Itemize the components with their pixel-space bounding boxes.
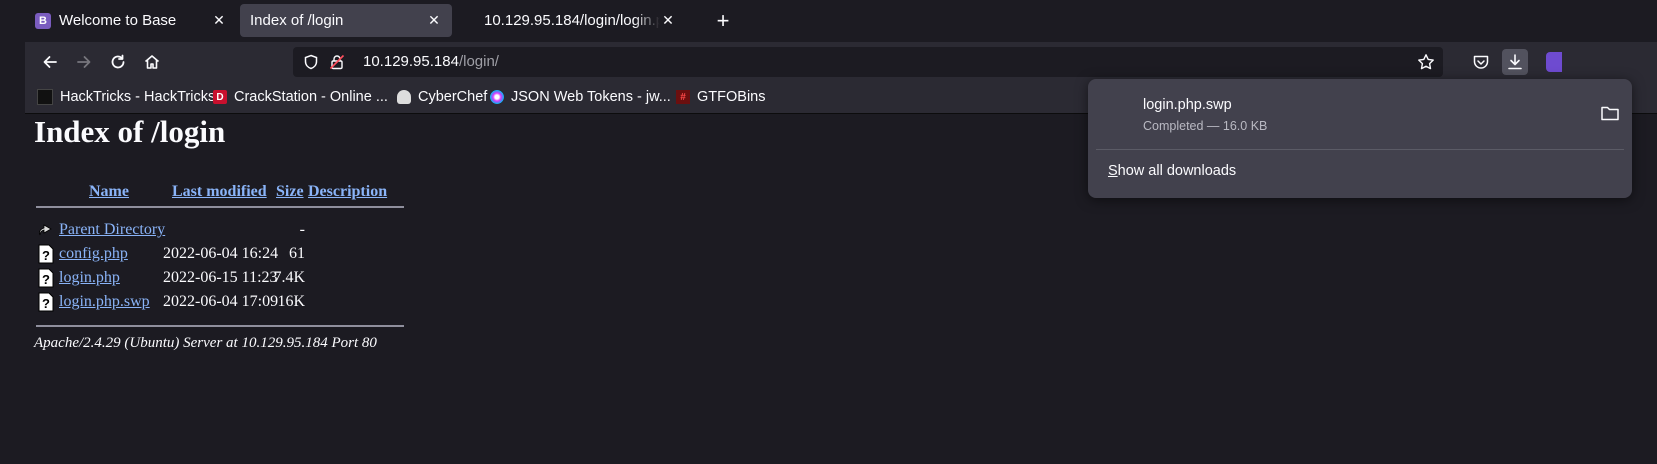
- back-folder-icon: [39, 224, 52, 236]
- bookmark-label: CrackStation - Online ...: [234, 89, 388, 105]
- table-row: ? login.php 2022-06-15 11:23 7.4K: [36, 267, 305, 289]
- page-title: Index of /login: [34, 114, 226, 149]
- file-size: -: [299, 221, 305, 238]
- download-item[interactable]: login.php.swp Completed — 16.0 KB: [1088, 79, 1632, 145]
- tab-login-php[interactable]: 10.129.95.184/login/login.php ✕: [474, 4, 686, 37]
- arrow-left-icon: [43, 56, 57, 68]
- arrow-right-icon: [77, 56, 91, 68]
- gtfobins-icon: #: [676, 90, 690, 104]
- new-tab-button[interactable]: +: [710, 8, 736, 34]
- file-date: 2022-06-04 17:09: [163, 293, 279, 310]
- unknown-file-icon: ?: [38, 268, 54, 288]
- divider: [1096, 149, 1624, 150]
- home-icon: [144, 55, 160, 69]
- file-link-login-php[interactable]: login.php: [59, 269, 120, 287]
- close-icon[interactable]: ✕: [426, 12, 442, 29]
- divider: [36, 325, 404, 327]
- file-link-login-php-swp[interactable]: login.php.swp: [59, 293, 150, 311]
- crackstation-icon: D: [213, 90, 227, 104]
- url-bar[interactable]: 10.129.95.184/login/: [293, 47, 1443, 77]
- column-header-description[interactable]: Description: [308, 183, 387, 201]
- table-row: Parent Directory -: [36, 219, 305, 241]
- table-row: ? login.php.swp 2022-06-04 17:09 16K: [36, 291, 305, 313]
- file-link-parent-directory[interactable]: Parent Directory: [59, 221, 165, 239]
- url-text[interactable]: 10.129.95.184/login/: [363, 53, 499, 70]
- bookmark-label: CyberChef: [418, 89, 488, 105]
- download-filename: login.php.swp: [1143, 97, 1232, 113]
- back-button[interactable]: [37, 49, 63, 75]
- bookmark-hacktricks[interactable]: HackTricks - HackTricks: [37, 87, 215, 107]
- extension-icon[interactable]: [1546, 52, 1562, 72]
- table-row: ? config.php 2022-06-04 16:24 61: [36, 243, 305, 265]
- pocket-icon: [1473, 55, 1489, 69]
- unknown-file-icon: ?: [38, 292, 54, 312]
- download-status: Completed — 16.0 KB: [1143, 119, 1268, 133]
- server-signature: Apache/2.4.29 (Ubuntu) Server at 10.129.…: [34, 335, 377, 351]
- accesskey-letter: S: [1108, 163, 1118, 179]
- navigation-toolbar: 10.129.95.184/login/: [25, 42, 1657, 82]
- bookmark-label: JSON Web Tokens - jw...: [511, 89, 671, 105]
- reload-button[interactable]: [105, 49, 131, 75]
- bookmark-jwt[interactable]: JSON Web Tokens - jw...: [490, 87, 671, 107]
- download-icon: [1508, 54, 1522, 70]
- home-button[interactable]: [139, 49, 165, 75]
- unknown-file-icon: ?: [38, 244, 54, 264]
- bookmark-label: GTFOBins: [697, 89, 766, 105]
- bookmark-gtfobins[interactable]: # GTFOBins: [676, 87, 765, 107]
- cyberchef-icon: [397, 90, 411, 104]
- file-link-config-php[interactable]: config.php: [59, 245, 128, 263]
- tab-welcome-to-base[interactable]: B Welcome to Base ✕: [25, 4, 237, 37]
- shield-icon[interactable]: [303, 54, 319, 70]
- forward-button[interactable]: [71, 49, 97, 75]
- bookmark-cyberchef[interactable]: CyberChef: [397, 87, 487, 107]
- tab-title: 10.129.95.184/login/login.php: [484, 12, 660, 29]
- column-header-name[interactable]: Name: [89, 183, 129, 201]
- downloads-panel: login.php.swp Completed — 16.0 KB Show a…: [1088, 79, 1632, 198]
- url-host: 10.129.95.184: [363, 53, 459, 70]
- file-date: 2022-06-04 16:24: [163, 245, 279, 262]
- folder-icon[interactable]: [1600, 104, 1620, 122]
- bookmark-label: HackTricks - HackTricks: [60, 89, 216, 105]
- bookmark-crackstation[interactable]: D CrackStation - Online ...: [213, 87, 388, 107]
- close-icon[interactable]: ✕: [211, 12, 227, 29]
- hacktricks-icon: [37, 89, 53, 105]
- tab-strip: B Welcome to Base ✕ Index of /login ✕ 10…: [0, 0, 1657, 42]
- svg-text:?: ?: [42, 296, 50, 311]
- tab-title: Index of /login: [250, 12, 344, 29]
- url-path: /login/: [458, 53, 499, 70]
- file-size: 7.4K: [273, 269, 305, 286]
- svg-text:?: ?: [42, 248, 50, 263]
- show-all-label: how all downloads: [1117, 163, 1237, 179]
- reload-icon: [111, 54, 125, 69]
- show-all-downloads-button[interactable]: Show all downloads: [1108, 163, 1236, 179]
- file-date: 2022-06-15 11:23: [163, 269, 278, 286]
- tab-index-of-login[interactable]: Index of /login ✕: [240, 4, 452, 37]
- pocket-button[interactable]: [1468, 49, 1494, 75]
- close-icon[interactable]: ✕: [660, 12, 676, 29]
- star-bookmark-icon[interactable]: [1417, 53, 1435, 71]
- svg-text:?: ?: [42, 272, 50, 287]
- column-header-size[interactable]: Size: [276, 183, 304, 201]
- divider: [36, 206, 404, 208]
- base-favicon-icon: B: [35, 12, 51, 29]
- column-header-last-modified[interactable]: Last modified: [172, 183, 267, 201]
- downloads-button[interactable]: [1502, 49, 1528, 75]
- tab-title: Welcome to Base: [59, 12, 177, 29]
- jwt-icon: [490, 90, 504, 104]
- insecure-lock-icon[interactable]: [329, 54, 345, 70]
- file-size: 61: [289, 245, 305, 262]
- file-size: 16K: [277, 293, 305, 310]
